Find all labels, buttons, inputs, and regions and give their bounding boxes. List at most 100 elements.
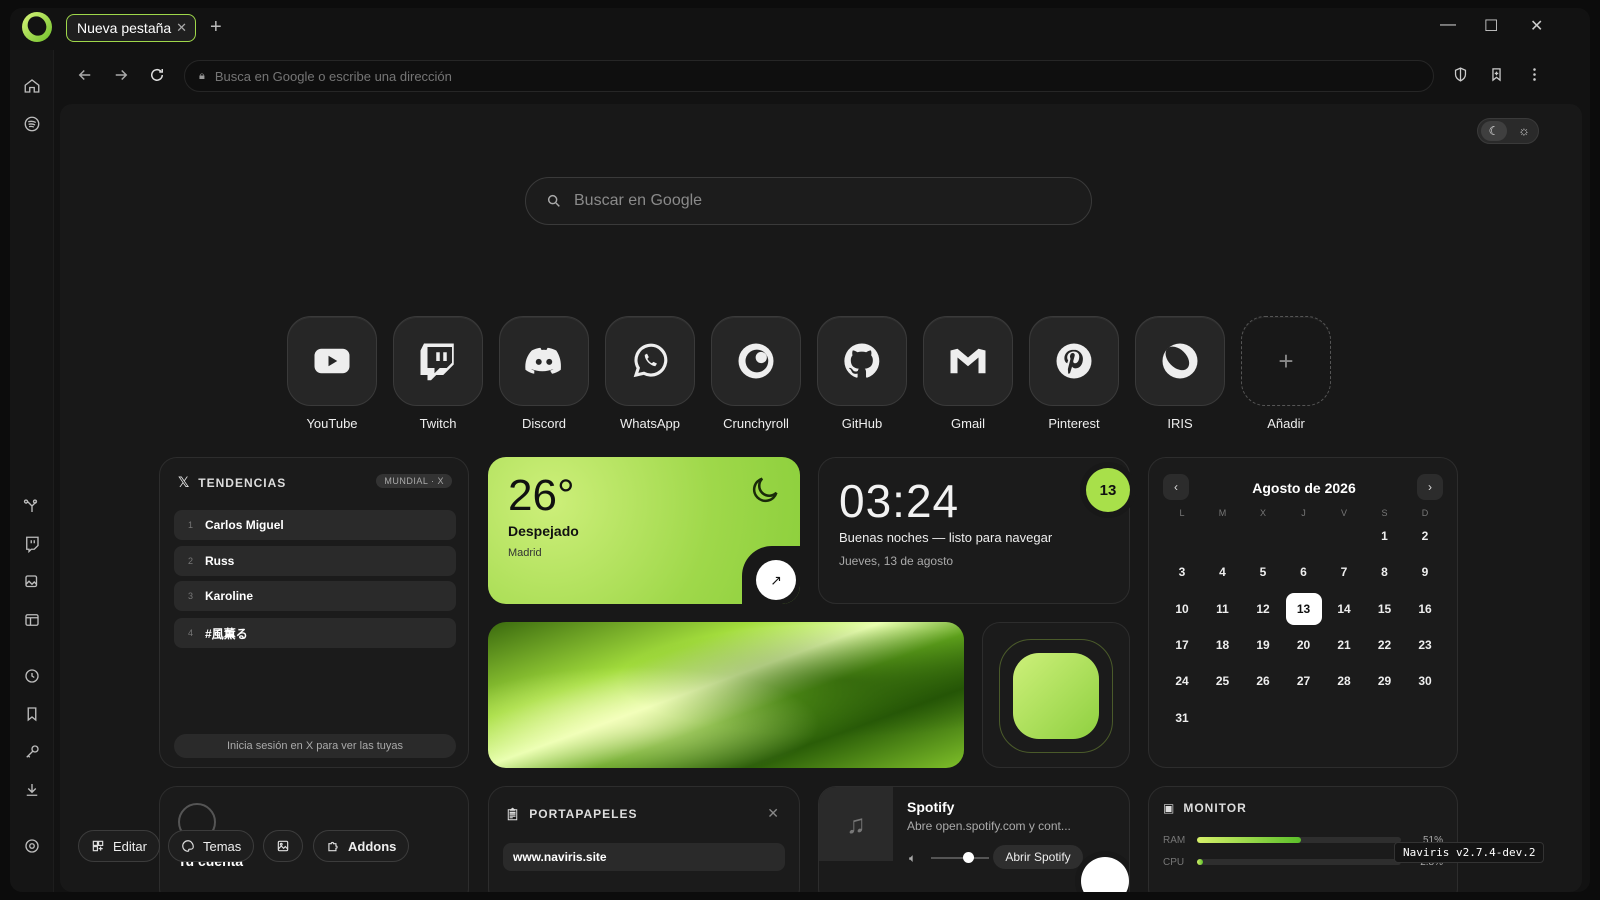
music-note-icon: ♫ bbox=[819, 787, 893, 861]
next-month-button[interactable]: › bbox=[1417, 474, 1443, 500]
spotify-icon[interactable] bbox=[20, 112, 44, 136]
wallpaper-button[interactable] bbox=[263, 830, 303, 862]
tab-active[interactable]: Nueva pestaña ✕ bbox=[66, 14, 196, 42]
key-icon[interactable] bbox=[20, 740, 44, 764]
addons-button[interactable]: Addons bbox=[313, 830, 410, 862]
volume-slider[interactable] bbox=[931, 857, 989, 859]
edit-button[interactable]: Editar bbox=[78, 830, 160, 862]
shortcut-github[interactable]: GitHub bbox=[817, 316, 907, 431]
calendar-day[interactable]: 20 bbox=[1284, 629, 1324, 661]
calendar-day[interactable]: 22 bbox=[1365, 629, 1405, 661]
ram-bar bbox=[1197, 837, 1401, 843]
theme-toggle[interactable]: ☾ ☼ bbox=[1477, 118, 1539, 144]
weather-widget[interactable]: 26° Despejado Madrid ↗ bbox=[488, 457, 800, 604]
close-window-button[interactable]: ✕ bbox=[1530, 16, 1543, 36]
new-tab-button[interactable]: + bbox=[210, 16, 222, 39]
shortcut-label: Discord bbox=[521, 416, 567, 431]
reload-icon[interactable] bbox=[148, 66, 168, 86]
volume-slider-handle[interactable] bbox=[963, 852, 974, 863]
shortcut-label: Gmail bbox=[951, 416, 985, 431]
search-input[interactable] bbox=[574, 192, 1054, 210]
calendar-day[interactable]: 3 bbox=[1162, 556, 1202, 588]
address-bar[interactable]: 🔒︎ bbox=[184, 60, 1434, 92]
google-search-box[interactable] bbox=[525, 177, 1092, 225]
shortcut-iris[interactable]: IRIS bbox=[1135, 316, 1225, 431]
clipboard-item[interactable]: www.naviris.site bbox=[503, 843, 785, 871]
calendar-day[interactable]: 4 bbox=[1203, 556, 1243, 588]
calendar-day[interactable]: 6 bbox=[1284, 556, 1324, 588]
trends-login-prompt[interactable]: Inicia sesión en X para ver las tuyas bbox=[174, 734, 456, 758]
calendar-day[interactable]: 14 bbox=[1324, 593, 1364, 625]
back-icon[interactable] bbox=[76, 66, 96, 86]
forward-icon[interactable] bbox=[112, 66, 132, 86]
bookmark-add-icon[interactable] bbox=[1488, 66, 1508, 86]
trend-item[interactable]: 2 Russ bbox=[174, 546, 456, 576]
twitch-sidebar-icon[interactable] bbox=[20, 532, 44, 556]
open-spotify-button[interactable]: Abrir Spotify bbox=[993, 845, 1083, 869]
shortcut-pinterest[interactable]: Pinterest bbox=[1029, 316, 1119, 431]
calendar-day[interactable]: 5 bbox=[1243, 556, 1283, 588]
themes-button[interactable]: Temas bbox=[168, 830, 255, 862]
calendar-day[interactable]: 26 bbox=[1243, 665, 1283, 697]
calendar-day[interactable]: 23 bbox=[1405, 629, 1445, 661]
calendar-day[interactable]: 28 bbox=[1324, 665, 1364, 697]
shortcut-gmail[interactable]: Gmail bbox=[923, 316, 1013, 431]
clipboard-close-icon[interactable]: ✕ bbox=[767, 805, 779, 822]
more-menu-icon[interactable] bbox=[1526, 66, 1546, 86]
weather-city: Madrid bbox=[508, 547, 542, 559]
home-icon[interactable] bbox=[20, 74, 44, 98]
tab-close-icon[interactable]: ✕ bbox=[176, 20, 187, 36]
app-icon-widget[interactable] bbox=[982, 622, 1130, 768]
download-icon[interactable] bbox=[20, 778, 44, 802]
calendar-day[interactable]: 15 bbox=[1365, 593, 1405, 625]
grid-plus-icon bbox=[92, 840, 104, 852]
settings-icon[interactable] bbox=[20, 834, 44, 858]
shortcut-twitch[interactable]: Twitch bbox=[393, 316, 483, 431]
trend-item[interactable]: 3 Karoline bbox=[174, 581, 456, 611]
gallery-icon[interactable] bbox=[20, 570, 44, 594]
calendar-day[interactable]: 19 bbox=[1243, 629, 1283, 661]
shortcut-crunchyroll[interactable]: Crunchyroll bbox=[711, 316, 801, 431]
calendar-day[interactable]: 8 bbox=[1365, 556, 1405, 588]
calendar-day[interactable]: 17 bbox=[1162, 629, 1202, 661]
calendar-day[interactable]: 30 bbox=[1405, 665, 1445, 697]
wallpaper-widget[interactable] bbox=[488, 622, 964, 768]
calendar-day[interactable]: 11 bbox=[1203, 593, 1243, 625]
extension-icon[interactable] bbox=[20, 494, 44, 518]
bookmark-icon[interactable] bbox=[20, 702, 44, 726]
trends-region-badge[interactable]: MUNDIAL · X bbox=[376, 474, 452, 488]
calendar-day[interactable]: 12 bbox=[1243, 593, 1283, 625]
shield-icon[interactable] bbox=[1452, 66, 1472, 86]
calendar-day[interactable]: 24 bbox=[1162, 665, 1202, 697]
calendar-day[interactable]: 18 bbox=[1203, 629, 1243, 661]
trend-item[interactable]: 1 Carlos Miguel bbox=[174, 510, 456, 540]
calendar-day[interactable]: 16 bbox=[1405, 593, 1445, 625]
open-weather-button[interactable]: ↗ bbox=[756, 560, 796, 600]
calendar-day[interactable]: 27 bbox=[1284, 665, 1324, 697]
shortcut-whatsapp[interactable]: WhatsApp bbox=[605, 316, 695, 431]
layout-icon[interactable] bbox=[20, 608, 44, 632]
play-button[interactable] bbox=[1081, 857, 1129, 892]
app-logo-icon[interactable] bbox=[22, 12, 52, 42]
shortcut-add[interactable]: + Añadir bbox=[1241, 316, 1331, 431]
day-badge: 13 bbox=[1086, 468, 1130, 512]
shortcut-label: Twitch bbox=[419, 416, 457, 431]
calendar-day[interactable]: 2 bbox=[1405, 520, 1445, 552]
calendar-day[interactable]: 1 bbox=[1365, 520, 1405, 552]
calendar-day[interactable]: 21 bbox=[1324, 629, 1364, 661]
address-input[interactable] bbox=[214, 68, 1115, 84]
calendar-day[interactable]: 29 bbox=[1365, 665, 1405, 697]
calendar-day[interactable]: 31 bbox=[1162, 702, 1202, 734]
trend-item[interactable]: 4 #風薫る bbox=[174, 618, 456, 648]
shortcut-youtube[interactable]: YouTube bbox=[287, 316, 377, 431]
shortcut-discord[interactable]: Discord bbox=[499, 316, 589, 431]
crunchyroll-icon bbox=[738, 343, 774, 379]
calendar-day[interactable]: 7 bbox=[1324, 556, 1364, 588]
calendar-day[interactable]: 10 bbox=[1162, 593, 1202, 625]
calendar-day[interactable]: 9 bbox=[1405, 556, 1445, 588]
calendar-day-today[interactable]: 13 bbox=[1285, 592, 1322, 625]
history-icon[interactable] bbox=[20, 664, 44, 688]
calendar-day[interactable]: 25 bbox=[1203, 665, 1243, 697]
maximize-button[interactable]: ☐ bbox=[1484, 16, 1498, 36]
minimize-button[interactable]: — bbox=[1440, 16, 1456, 34]
